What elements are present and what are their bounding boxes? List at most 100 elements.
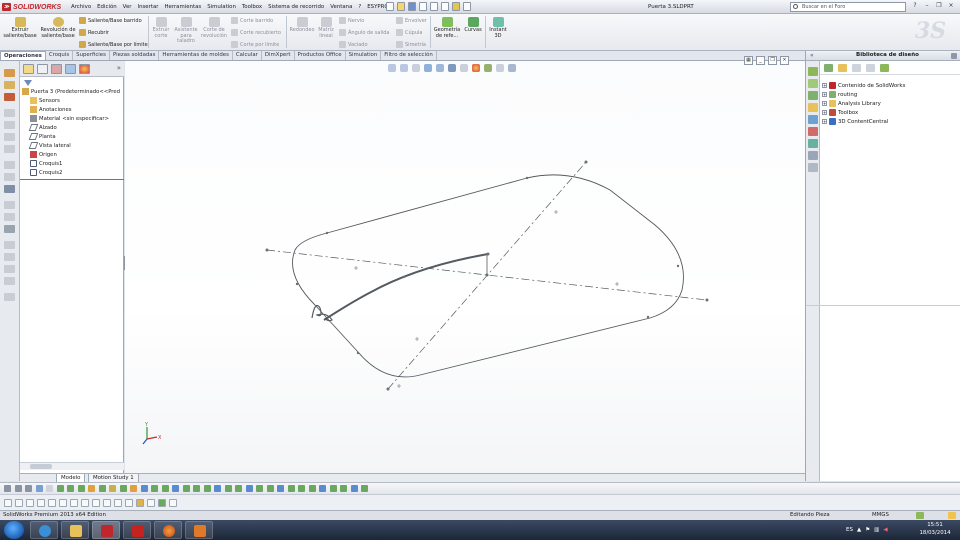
design-library-tab-icon[interactable] <box>808 79 818 88</box>
toolbar-tool-9-icon[interactable] <box>103 499 111 507</box>
menu-7[interactable]: Sistema de recorrido <box>265 2 327 12</box>
tab-0[interactable]: Operaciones <box>0 51 46 60</box>
rib-button[interactable]: Nervio <box>339 16 364 25</box>
trim-tool-icon[interactable] <box>4 161 15 169</box>
horizontal-scrollbar[interactable] <box>20 462 124 470</box>
forum-tab-icon[interactable] <box>808 151 818 160</box>
extrude-boss-button[interactable]: Extruir saliente/base <box>2 17 38 39</box>
upload-icon[interactable] <box>880 64 889 72</box>
tree-item[interactable]: Vista lateral <box>28 141 71 150</box>
instant3d-button[interactable]: Instant 3D <box>487 17 509 39</box>
tab-9[interactable]: Filtro de selección <box>381 51 437 60</box>
design-library-item[interactable]: + Analysis Library <box>822 99 881 108</box>
loft-button[interactable]: Recubrir <box>79 28 109 37</box>
toolbar-tool-1-icon[interactable] <box>15 499 23 507</box>
sketch-tool-26-icon[interactable] <box>277 485 284 492</box>
hide-show-items-icon[interactable] <box>460 64 468 72</box>
sketch-tool-27-icon[interactable] <box>287 485 295 492</box>
apply-scene-icon[interactable] <box>484 64 492 72</box>
expand-icon[interactable]: + <box>822 119 827 124</box>
sketch-tool-5-icon[interactable] <box>56 485 64 492</box>
sketch-tool-4-icon[interactable] <box>46 485 53 492</box>
tab-1[interactable]: Croquis <box>46 51 74 60</box>
menu-4[interactable]: Herramientas <box>161 2 204 12</box>
more-tab-icon[interactable] <box>808 163 818 172</box>
taskbar-ie[interactable] <box>30 521 58 539</box>
undo-icon[interactable] <box>430 2 438 11</box>
refresh-icon[interactable] <box>866 64 875 72</box>
quick-tips-icon[interactable] <box>948 512 956 519</box>
custom-properties-tab-icon[interactable] <box>808 139 818 148</box>
sketch-tool-32-icon[interactable] <box>340 485 347 492</box>
toolbar-tool-13-icon[interactable] <box>147 499 155 507</box>
copy-entities-icon[interactable] <box>4 293 15 301</box>
tab-8[interactable]: Simulation <box>346 51 382 60</box>
file-explorer-tab-icon[interactable] <box>808 91 818 100</box>
draft-button[interactable]: Ángulo de salida <box>339 28 390 37</box>
filter-icon[interactable] <box>24 80 32 86</box>
taskbar-acrobat[interactable] <box>123 521 151 539</box>
restore-button[interactable]: ❐ <box>934 1 944 11</box>
triad-view-icon[interactable] <box>508 64 516 72</box>
tray-expand-icon[interactable]: ▲ <box>857 524 861 536</box>
toolbar-tool-8-icon[interactable] <box>92 499 100 507</box>
sketch-tool-icon[interactable] <box>4 69 15 77</box>
status-units[interactable]: MMGS <box>872 511 889 520</box>
feature-tree-tab-icon[interactable] <box>23 64 34 74</box>
menu-8[interactable]: Ventana <box>327 2 355 12</box>
toolbar-tool-3-icon[interactable] <box>37 499 45 507</box>
section-view-icon[interactable] <box>424 64 432 72</box>
mirror-button[interactable]: Simetría <box>396 40 426 49</box>
minimize-button[interactable]: – <box>922 1 932 11</box>
line-tool-icon[interactable] <box>4 93 15 101</box>
menu-9[interactable]: ? <box>355 2 364 12</box>
toolbar-tool-0-icon[interactable] <box>4 499 12 507</box>
sketch-tool-30-icon[interactable] <box>319 485 326 492</box>
rebuild-icon[interactable] <box>452 2 460 11</box>
sketch-tool-18-icon[interactable] <box>193 485 200 492</box>
toolbar-tool-5-icon[interactable] <box>59 499 67 507</box>
lofted-cut-button[interactable]: Corte recubierto <box>231 28 281 37</box>
collapse-panel-icon[interactable]: « <box>810 51 814 60</box>
scrollbar-thumb[interactable] <box>30 464 52 469</box>
boundary-boss-button[interactable]: Saliente/Base por límite <box>79 40 148 49</box>
sketch-tool-2-icon[interactable] <box>25 485 32 492</box>
tab-2[interactable]: Superficies <box>73 51 110 60</box>
sketch-tool-8-icon[interactable] <box>88 485 95 492</box>
design-library-splitter[interactable] <box>806 305 960 306</box>
viewport-restore-icon[interactable]: ❐ <box>768 56 777 65</box>
appearances-tab-icon[interactable] <box>808 127 818 136</box>
select-icon[interactable] <box>441 2 449 11</box>
smart-dimension-icon[interactable] <box>4 81 15 89</box>
expand-icon[interactable]: + <box>822 101 827 106</box>
display-style-icon[interactable] <box>448 64 456 72</box>
tree-item[interactable]: Origen <box>30 150 57 159</box>
close-button[interactable]: × <box>946 1 956 11</box>
menu-1[interactable]: Edición <box>94 2 120 12</box>
taskbar-firefox[interactable] <box>154 521 182 539</box>
dome-button[interactable]: Cúpula <box>396 28 422 37</box>
design-library-item[interactable]: +3D ContentCentral <box>822 117 888 126</box>
menu-3[interactable]: Insertar <box>134 2 161 12</box>
sketch-tool-17-icon[interactable] <box>182 485 190 492</box>
sketch-tool-1-icon[interactable] <box>14 485 22 492</box>
sketch-tool-19-icon[interactable] <box>203 485 211 492</box>
wrap-button[interactable]: Envolver <box>396 16 427 25</box>
curves-button[interactable]: Curvas <box>462 17 484 34</box>
toolbar-tool-14-icon[interactable] <box>158 499 166 507</box>
tree-item[interactable]: Croquis1 <box>30 159 62 168</box>
circle-tool-icon[interactable] <box>4 121 15 129</box>
search-input[interactable]: Buscar en el Foro <box>790 2 906 12</box>
construction-line-icon[interactable] <box>4 201 15 209</box>
edit-appearance-icon[interactable] <box>472 64 480 72</box>
sketch-tool-34-icon[interactable] <box>361 485 368 492</box>
tab-4[interactable]: Herramientas de moldes <box>159 51 233 60</box>
add-file-location-icon[interactable] <box>838 64 847 72</box>
offset-tool-icon[interactable] <box>4 173 15 181</box>
sketch-tool-7-icon[interactable] <box>77 485 85 492</box>
property-manager-tab-icon[interactable] <box>37 64 48 74</box>
sketch-tool-23-icon[interactable] <box>245 485 253 492</box>
design-library-item[interactable]: + routing <box>822 90 857 99</box>
sketch-tool-13-icon[interactable] <box>140 485 148 492</box>
rollback-bar[interactable] <box>20 179 124 180</box>
